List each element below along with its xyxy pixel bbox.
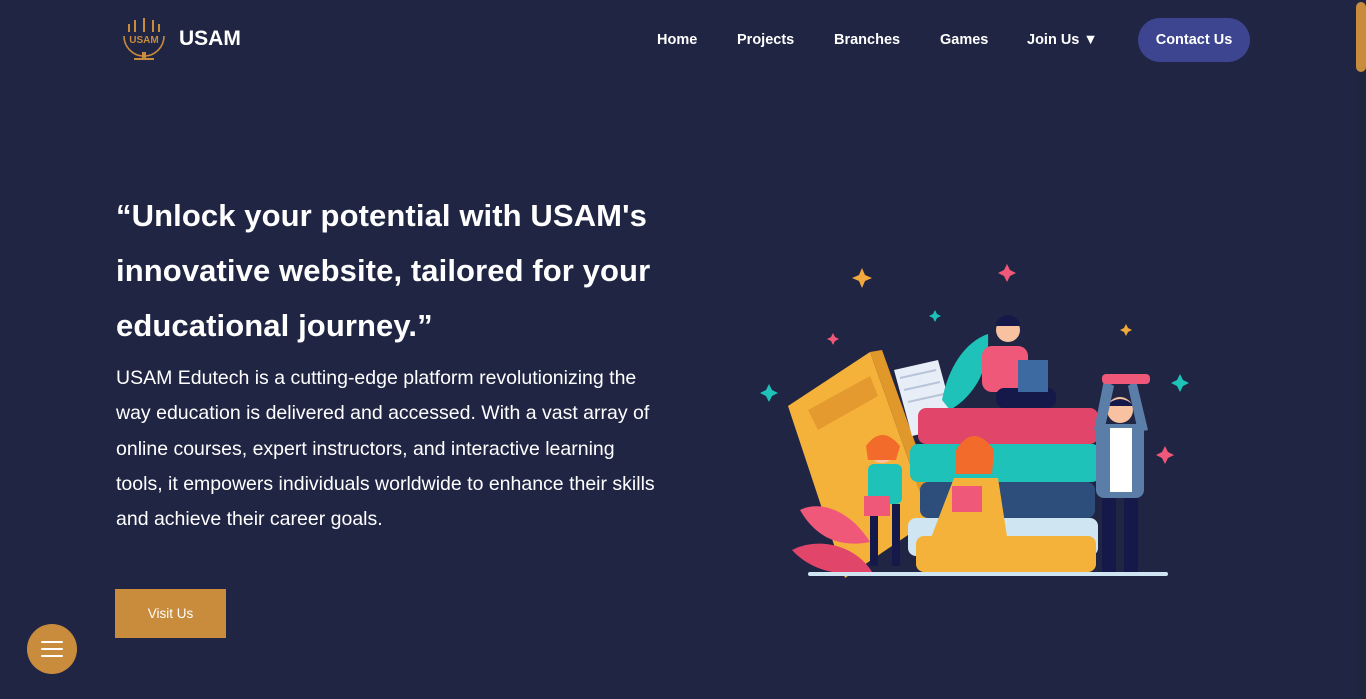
education-illustration [760,264,1189,578]
top-navbar: USAM USAM Home Projects Branches Games J… [0,0,1356,80]
nav-branches[interactable]: Branches [834,32,900,48]
svg-text:USAM: USAM [129,35,158,46]
scrollbar-track[interactable] [1356,0,1366,699]
hero-description: USAM Edutech is a cutting-edge platform … [116,367,655,531]
hero-headline: “Unlock your potential with USAM's innov… [116,198,651,343]
nav-home[interactable]: Home [657,32,697,48]
visit-us-button[interactable]: Visit Us [115,589,226,638]
scrollbar-thumb[interactable] [1356,2,1366,72]
hamburger-menu-icon[interactable] [27,624,77,674]
brand-name: USAM [179,27,241,50]
nav-join-us-dropdown[interactable]: Join Us ▼ [1027,32,1098,48]
contact-us-button[interactable]: Contact Us [1138,18,1250,62]
nav-projects[interactable]: Projects [737,32,794,48]
nav-games[interactable]: Games [940,32,988,48]
usam-logo-icon: USAM [123,18,165,60]
logo-link[interactable]: USAM USAM [118,18,241,62]
